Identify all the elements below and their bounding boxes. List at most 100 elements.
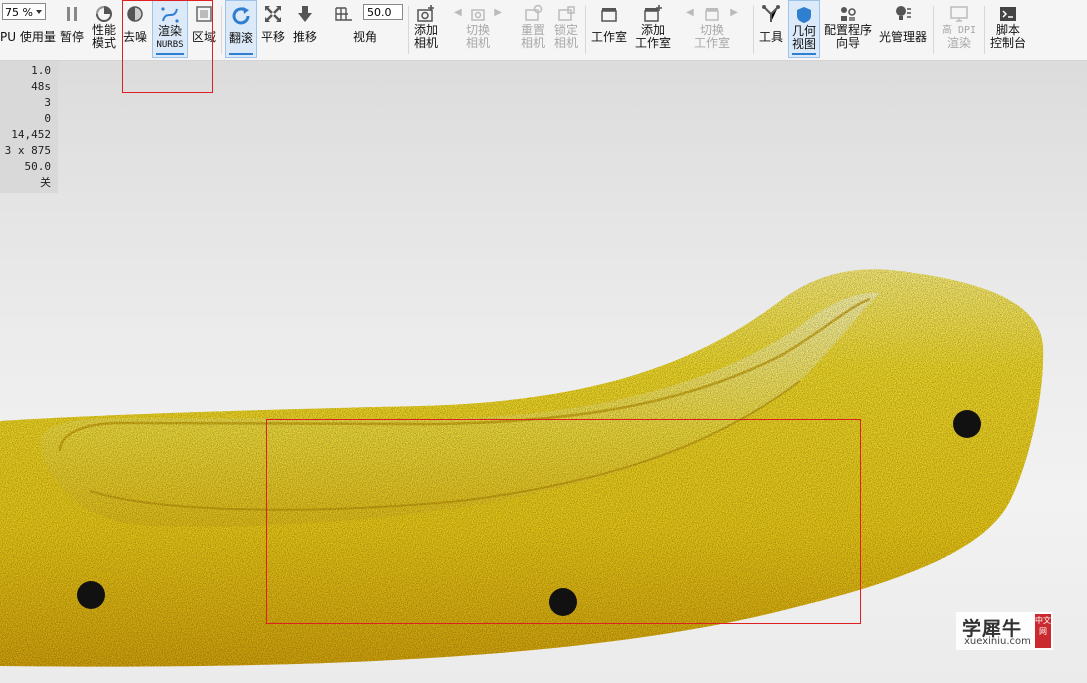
stat-value: 48s [31,80,51,93]
dolly-button[interactable]: 推移 [290,0,320,58]
light-manager-button[interactable]: 光管理器 [876,0,930,58]
watermark: 学犀牛 xuexiniu.com 中文网 [956,612,1053,650]
render-nurbs-button[interactable]: 渲染 NURBS [152,0,188,58]
script-console-button[interactable]: 脚本 控制台 [987,0,1029,58]
stat-value: 关 [40,176,51,189]
reset-camera-label-2: 相机 [520,36,545,50]
fov-label: 视角 [352,30,377,44]
tools-icon [762,5,780,22]
chevron-left-icon: ◀ [454,7,462,18]
lock-camera-label-2: 相机 [553,36,578,50]
pause-button[interactable]: 暂停 [57,0,87,58]
nurbs-curve-icon [161,7,179,23]
chevron-right-icon: ▶ [494,7,502,18]
tumble-button[interactable]: 翻滚 [225,0,257,58]
config-wizard-icon [841,7,856,21]
studio-clapper-icon [601,8,617,22]
hidpi-render-button[interactable]: 高 DPI 渲染 [936,0,982,58]
hole-center [549,588,577,616]
add-camera-button[interactable]: 添加 相机 [410,0,442,58]
toolbar-separator [408,6,409,54]
pan-button[interactable]: 平移 [258,0,288,58]
dolly-label: 推移 [292,30,317,44]
pause-icon [67,7,77,21]
geometry-view-label-2: 视图 [791,37,816,51]
add-camera-label-2: 相机 [413,36,438,50]
tools-button[interactable]: 工具 [756,0,786,58]
performance-label-2: 模式 [91,36,116,50]
arrow-down-icon [298,6,312,22]
stat-value: 14,452 [11,128,51,141]
stat-value: 1.0 [31,64,51,77]
config-wizard-button[interactable]: 配置程序 向导 [822,0,874,58]
light-manager-label: 光管理器 [878,30,927,44]
studio-add-icon [644,5,662,22]
camera-reset-icon [525,4,543,21]
lightbulb-icon [896,6,911,20]
lock-camera-button[interactable]: 锁定 相机 [550,0,582,58]
switch-camera-label-2: 相机 [465,36,490,50]
fov-grid-icon [335,7,352,21]
camera-add-icon [417,5,434,22]
script-console-label-2: 控制台 [989,36,1026,50]
toolbar-separator [585,6,586,54]
studio-switch-icon [705,8,719,21]
gpu-usage-button[interactable]: PU 使用量 [0,0,56,58]
chevron-left-icon: ◀ [686,7,694,18]
toolbar-separator [221,6,222,54]
rendered-model [0,269,1044,667]
hidpi-label-2: 渲染 [946,36,971,50]
shield-icon [797,7,811,23]
watermark-tag: 中文网 [1035,614,1051,648]
fov-input[interactable]: 50.0 [363,4,403,20]
region-label: 区域 [191,30,216,44]
render-stats-panel: 1.0 48s 3 0 14,452 3 x 875 50.0 关 [0,61,58,193]
chevron-right-icon: ▶ [730,7,738,18]
console-icon [1000,7,1016,21]
toolbar-separator [933,6,934,54]
tumble-label: 翻滚 [228,31,253,45]
config-wizard-label-2: 向导 [835,36,860,50]
switch-camera-button[interactable]: ◀ ▶ 切换 相机 [452,0,504,58]
performance-icon [96,6,112,22]
toolbar: 75 % PU 使用量 暂停 性能 模式 去噪 渲染 NURBS 区域 翻滚 平… [0,0,1087,61]
stat-value: 50.0 [24,160,52,173]
reset-camera-button[interactable]: 重置 相机 [518,0,548,58]
toolbar-separator [984,6,985,54]
studio-label: 工作室 [590,30,627,44]
toolbar-separator [753,6,754,54]
studio-button[interactable]: 工作室 [588,0,630,58]
rotate-icon [232,7,250,25]
pan-arrows-icon [265,6,281,22]
gpu-usage-label: PU 使用量 [0,30,56,44]
denoise-icon [127,6,143,22]
hole-left [77,581,105,609]
switch-studio-button[interactable]: ◀ ▶ 切换 工作室 [684,0,740,58]
camera-lock-icon [558,6,575,21]
monitor-icon [950,6,968,22]
stat-value: 3 [44,96,51,109]
pan-label: 平移 [260,30,285,44]
active-indicator [229,53,253,55]
geometry-view-button[interactable]: 几何 视图 [788,0,820,58]
camera-switch-icon [471,9,485,21]
watermark-url: xuexiniu.com [964,636,1031,647]
hole-right [953,410,981,438]
pause-label: 暂停 [59,30,84,44]
region-button[interactable]: 区域 [190,0,218,58]
switch-studio-label-2: 工作室 [693,36,730,50]
render-label: 渲染 [157,24,182,38]
active-indicator [156,53,184,55]
stat-value: 3 x 875 [4,144,51,157]
performance-mode-button[interactable]: 性能 模式 [88,0,120,58]
add-studio-button[interactable]: 添加 工作室 [632,0,674,58]
active-indicator [792,53,816,55]
add-studio-label-2: 工作室 [634,36,671,50]
denoise-button[interactable]: 去噪 [121,0,149,58]
nurbs-label: NURBS [156,40,184,50]
region-icon [196,6,212,22]
denoise-label: 去噪 [122,30,147,44]
tools-label: 工具 [758,30,783,44]
render-viewport[interactable]: 1.0 48s 3 0 14,452 3 x 875 50.0 关 学犀牛 xu… [0,61,1087,683]
stat-value: 0 [44,112,51,125]
